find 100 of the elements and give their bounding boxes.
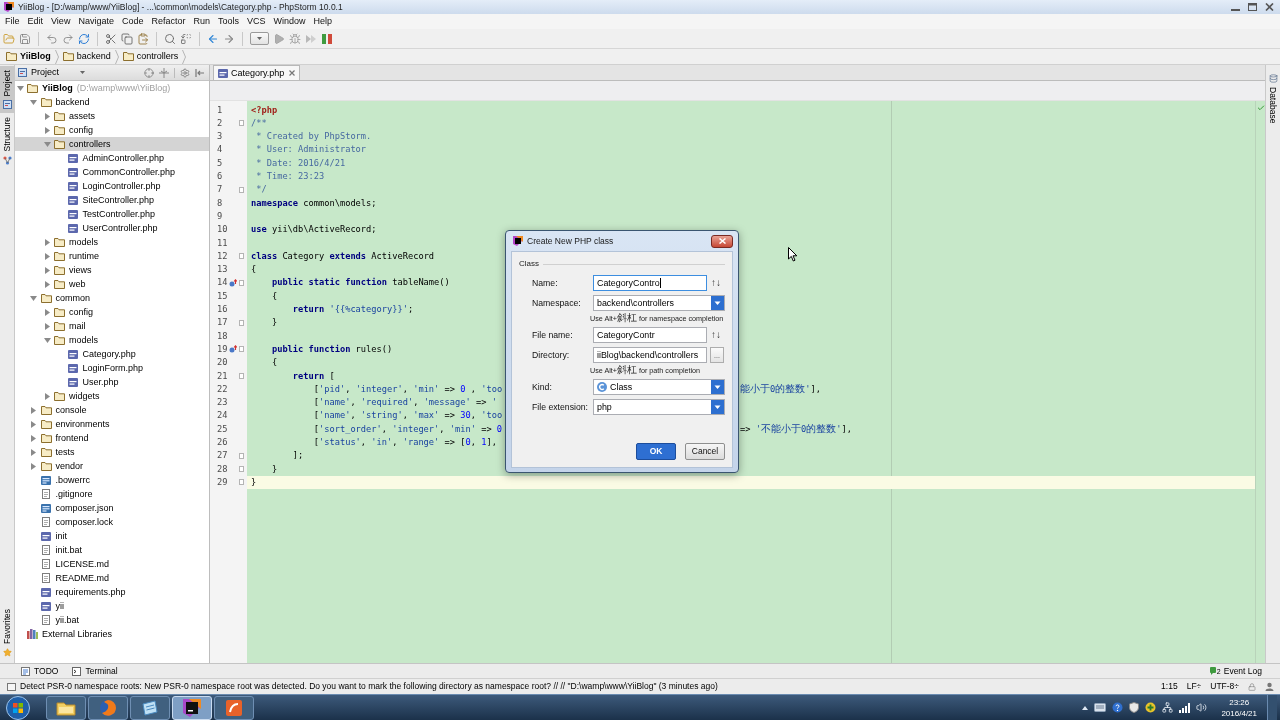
editor-tab[interactable]: Category.php (213, 65, 301, 80)
caret-right-icon[interactable] (31, 434, 36, 442)
save-icon[interactable] (19, 32, 31, 45)
plus-circle-icon[interactable] (1145, 702, 1157, 713)
tool-window-tab[interactable]: Database (1266, 71, 1280, 127)
keyboard-icon[interactable] (1094, 703, 1107, 712)
menu-item[interactable]: File (1, 14, 24, 29)
tree-item[interactable]: SiteController.php (15, 193, 209, 207)
tree-item[interactable]: yii.bat (15, 613, 209, 627)
close-icon[interactable] (1265, 3, 1274, 11)
undo-icon[interactable] (46, 32, 58, 45)
two-bars-icon[interactable] (321, 32, 333, 45)
replace-icon[interactable] (180, 32, 192, 45)
fold-marker-icon[interactable] (239, 452, 244, 459)
menu-item[interactable]: Window (269, 14, 310, 29)
maximize-icon[interactable] (1248, 3, 1257, 11)
tree-item[interactable]: Category.php (15, 347, 209, 361)
start-orb-icon[interactable] (5, 695, 31, 720)
fold-marker-icon[interactable] (239, 346, 244, 353)
double-triangle-icon[interactable] (305, 32, 317, 45)
tool-window-tab[interactable]: TODO (18, 664, 62, 678)
fold-marker-icon[interactable] (239, 479, 244, 486)
play-icon[interactable] (273, 32, 285, 45)
tree-item[interactable]: config (15, 305, 209, 319)
tree-item[interactable]: .bowerrc (15, 473, 209, 487)
tree-item[interactable]: console (15, 403, 209, 417)
tree-item[interactable]: init.bat (15, 543, 209, 557)
caret-right-icon[interactable] (44, 266, 50, 274)
person-silhouette-icon[interactable] (1265, 682, 1274, 691)
tool-window-tab[interactable]: Favorites (0, 605, 15, 661)
tree-item[interactable]: yii (15, 599, 209, 613)
dropdown[interactable]: php (593, 399, 725, 415)
tree-item[interactable]: views (15, 263, 209, 277)
fold-marker-icon[interactable] (239, 120, 244, 127)
breadcrumb[interactable]: controllers (120, 49, 181, 64)
tree-item[interactable]: LoginForm.php (15, 361, 209, 375)
caret-right-icon[interactable] (31, 448, 36, 456)
crossed-lines-icon[interactable] (159, 67, 169, 78)
tree-item[interactable]: web (15, 277, 209, 291)
tree-item[interactable]: README.md (15, 571, 209, 585)
swap-order-button[interactable]: ↑↓ (707, 278, 725, 288)
encoding-selector[interactable]: UTF-8÷ (1210, 682, 1239, 691)
taskbar-button[interactable] (46, 695, 86, 720)
caret-down-icon[interactable] (43, 141, 51, 147)
dropdown[interactable]: backend\controllers (593, 295, 725, 311)
redo-icon[interactable] (62, 32, 74, 45)
breadcrumb[interactable]: YiiBlog (4, 49, 53, 64)
menu-item[interactable]: Help (309, 14, 337, 29)
tree-item[interactable]: LICENSE.md (15, 557, 209, 571)
menu-item[interactable]: Edit (23, 14, 48, 29)
caret-right-icon[interactable] (31, 406, 36, 414)
tree-item[interactable]: assets (15, 109, 209, 123)
tree-item[interactable]: frontend (15, 431, 209, 445)
caret-right-icon[interactable] (44, 280, 50, 288)
text-field[interactable]: CategoryContr (593, 327, 707, 343)
forward-arrow-icon[interactable] (223, 32, 235, 45)
tree-item[interactable]: mail (15, 319, 209, 333)
menu-item[interactable]: Code (117, 14, 148, 29)
settings-icon[interactable] (180, 67, 190, 78)
tree-item[interactable]: requirements.php (15, 585, 209, 599)
close-icon[interactable] (289, 70, 296, 76)
crosshair-icon[interactable] (144, 67, 154, 78)
caret-down-icon[interactable] (43, 337, 51, 343)
signal-bars-icon[interactable] (1179, 702, 1191, 713)
tool-window-tab[interactable]: Terminal (69, 664, 121, 678)
close-button[interactable] (711, 234, 733, 248)
triangle-up-icon[interactable] (1082, 705, 1089, 710)
tree-item[interactable]: controllers (15, 137, 209, 151)
bug-icon[interactable] (289, 32, 301, 45)
tree-item[interactable]: composer.json (15, 501, 209, 515)
paste-icon[interactable] (137, 32, 149, 45)
tree-item[interactable]: LoginController.php (15, 179, 209, 193)
cancel-button[interactable]: Cancel (685, 443, 725, 460)
speaker-icon[interactable] (1196, 702, 1208, 713)
tree-item[interactable]: AdminController.php (15, 151, 209, 165)
tree-item[interactable]: YiiBlog (D:\wamp\www\YiiBlog) (15, 81, 209, 95)
ok-button[interactable]: OK (636, 443, 676, 460)
fold-marker-icon[interactable] (239, 465, 244, 472)
caret-down-icon[interactable] (16, 85, 24, 91)
tree-item[interactable]: CommonController.php (15, 165, 209, 179)
fold-marker-icon[interactable] (239, 279, 244, 286)
menu-item[interactable]: View (47, 14, 75, 29)
menu-item[interactable]: VCS (243, 14, 270, 29)
caret-right-icon[interactable] (44, 112, 50, 120)
tree-item[interactable]: External Libraries (15, 627, 209, 641)
fold-marker-icon[interactable] (239, 372, 244, 379)
caret-right-icon[interactable] (44, 322, 50, 330)
tree-item[interactable]: init (15, 529, 209, 543)
caret-down-icon[interactable] (30, 295, 37, 301)
caret-right-icon[interactable] (31, 462, 36, 470)
scissors-icon[interactable] (105, 32, 117, 45)
tree-item[interactable]: models (15, 235, 209, 249)
show-desktop-button[interactable] (1267, 694, 1277, 720)
tree-item[interactable]: tests (15, 445, 209, 459)
help-circle-icon[interactable] (1112, 702, 1124, 713)
network-icon[interactable] (1162, 702, 1174, 713)
tree-item[interactable]: vendor (15, 459, 209, 473)
copy-icon[interactable] (121, 32, 133, 45)
tree-item[interactable]: environments (15, 417, 209, 431)
hide-panel-icon[interactable] (195, 67, 205, 78)
